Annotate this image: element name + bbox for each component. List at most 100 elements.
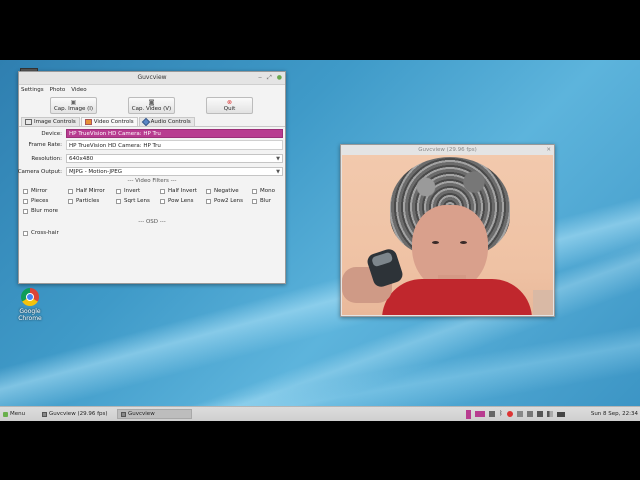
close-icon[interactable]: ✕ (546, 145, 551, 155)
camera-tray-icon[interactable] (516, 411, 523, 417)
tray-app-icon[interactable] (466, 409, 471, 419)
audio-icon (141, 117, 150, 127)
cap-image-button[interactable]: ▣ Cap. Image (I) (50, 97, 97, 114)
filter-particles[interactable]: Particles (68, 197, 99, 205)
osd-crosshair[interactable]: Cross-hair (23, 229, 59, 237)
checkbox[interactable] (252, 188, 257, 194)
maximize-icon[interactable]: ⤢ (267, 72, 272, 84)
filter-pieces[interactable]: Pieces (23, 197, 48, 205)
filter-label: Sqrt Lens (124, 198, 150, 204)
person-eye-right (460, 241, 467, 244)
taskbar: Menu Guvcview (29.96 fps) Guvcview ᛒ Sun… (0, 406, 640, 421)
window-titlebar[interactable]: Guvcview ‒ ⤢ ● (19, 72, 285, 85)
filter-label: Blur (260, 198, 272, 204)
cap-image-label: Cap. Image (I) (53, 106, 94, 112)
resolution-value: 640x480 (69, 156, 94, 162)
chevron-down-icon: ▼ (276, 156, 280, 162)
video-window-title: Guvcview (29.96 fps) (418, 147, 477, 153)
video-preview-window: Guvcview (29.96 fps) ✕ (340, 144, 555, 317)
mint-logo-icon (3, 411, 8, 417)
quit-label: Quit (223, 106, 236, 112)
menu-photo[interactable]: Photo (50, 85, 66, 95)
settings-tray-icon[interactable] (536, 411, 543, 417)
checkbox[interactable] (206, 188, 211, 194)
toolbar: ▣ Cap. Image (I) ◙ Cap. Video (V) ⊗ Quit (19, 95, 285, 117)
checkbox[interactable] (206, 198, 211, 204)
wifi-signal-icon[interactable] (546, 411, 553, 417)
battery-icon[interactable] (556, 411, 565, 417)
tab-image-controls[interactable]: Image Controls (21, 117, 80, 126)
wall-background (533, 290, 553, 315)
record-icon[interactable] (506, 411, 513, 417)
filter-pow-lens[interactable]: Pow Lens (160, 197, 193, 205)
filter-mirror[interactable]: Mirror (23, 187, 47, 195)
filter-blur[interactable]: Blur (252, 197, 271, 205)
taskbar-window-guvcview[interactable]: Guvcview (117, 409, 192, 419)
minimize-icon[interactable]: ‒ (258, 72, 262, 84)
checkbox[interactable] (23, 198, 28, 204)
filter-negative[interactable]: Negative (206, 187, 239, 195)
filter-blur-more[interactable]: Blur more (23, 207, 58, 215)
network-icon[interactable] (526, 411, 533, 417)
device-select[interactable]: HP TrueVision HD Camera: HP Tru (66, 129, 283, 138)
filter-label: Blur more (31, 208, 59, 214)
camera-output-select[interactable]: MJPG - Motion-JPEG ▼ (66, 167, 283, 176)
video-icon (84, 119, 92, 125)
taskbar-window-label: Guvcview (128, 411, 155, 417)
keyboard-icon[interactable] (489, 411, 495, 417)
checkbox[interactable] (23, 188, 28, 194)
guvcview-icon (42, 411, 47, 417)
filter-label: Invert (124, 188, 141, 194)
filter-label: Half Invert (168, 188, 197, 194)
cap-video-button[interactable]: ◙ Cap. Video (V) (128, 97, 175, 114)
filter-half-invert[interactable]: Half Invert (160, 187, 197, 195)
clock[interactable]: Sun 8 Sep, 22:34 (591, 409, 638, 419)
taskbar-window-guvcview-fps[interactable]: Guvcview (29.96 fps) (42, 409, 108, 419)
checkbox[interactable] (160, 198, 165, 204)
resolution-row: Resolution: 640x480 ▼ (19, 154, 283, 164)
guvcview-main-window: Guvcview ‒ ⤢ ● Settings Photo Video ▣ Ca… (18, 71, 286, 284)
quit-button[interactable]: ⊗ Quit (206, 97, 253, 114)
desktop: Google Chrome Guvcview ‒ ⤢ ● Settings Ph… (0, 60, 640, 420)
desktop-icon-chrome[interactable]: Google Chrome (12, 288, 48, 322)
person-eye-left (432, 241, 439, 244)
device-label: Device: (41, 131, 62, 137)
checkbox[interactable] (68, 188, 73, 194)
filter-half-mirror[interactable]: Half Mirror (68, 187, 105, 195)
chevron-down-icon: ▼ (276, 169, 280, 175)
filter-label: Mirror (31, 188, 48, 194)
checkbox[interactable] (23, 230, 28, 236)
filter-label: Half Mirror (76, 188, 105, 194)
filter-pow2-lens[interactable]: Pow2 Lens (206, 197, 243, 205)
video-window-titlebar[interactable]: Guvcview (29.96 fps) ✕ (341, 145, 554, 155)
video-filters-heading: --- Video Filters --- (127, 178, 177, 184)
camera-output-value: MJPG - Motion-JPEG (69, 169, 123, 175)
device-dropdown-option[interactable]: HP TrueVision HD Camera: HP Tru (66, 140, 283, 150)
bluetooth-icon[interactable]: ᛒ (499, 411, 503, 417)
checkbox[interactable] (116, 188, 121, 194)
checkbox[interactable] (116, 198, 121, 204)
menu-video[interactable]: Video (71, 85, 86, 95)
resolution-label: Resolution: (31, 156, 62, 162)
recorder-icon[interactable] (475, 411, 485, 417)
tab-video-controls[interactable]: Video Controls (80, 117, 138, 126)
checkbox[interactable] (252, 198, 257, 204)
filter-invert[interactable]: Invert (116, 187, 140, 195)
filter-label: Particles (76, 198, 100, 204)
filter-sqrt-lens[interactable]: Sqrt Lens (116, 197, 150, 205)
close-icon[interactable]: ● (277, 72, 282, 84)
filter-label: Pieces (31, 198, 49, 204)
checkbox[interactable] (160, 188, 165, 194)
chrome-icon (21, 288, 39, 306)
taskbar-window-label: Guvcview (29.96 fps) (49, 411, 108, 417)
resolution-select[interactable]: 640x480 ▼ (66, 154, 283, 163)
filter-mono[interactable]: Mono (252, 187, 275, 195)
checkbox[interactable] (23, 208, 28, 214)
video-camera-icon: ◙ (148, 99, 155, 106)
cap-video-label: Cap. Video (V) (131, 106, 172, 112)
menu-button[interactable]: Menu (3, 409, 25, 419)
tab-audio-controls[interactable]: Audio Controls (138, 117, 195, 127)
video-controls-panel: Device: HP TrueVision HD Camera: HP Tru … (18, 126, 285, 274)
checkbox[interactable] (68, 198, 73, 204)
menu-settings[interactable]: Settings (21, 85, 44, 95)
